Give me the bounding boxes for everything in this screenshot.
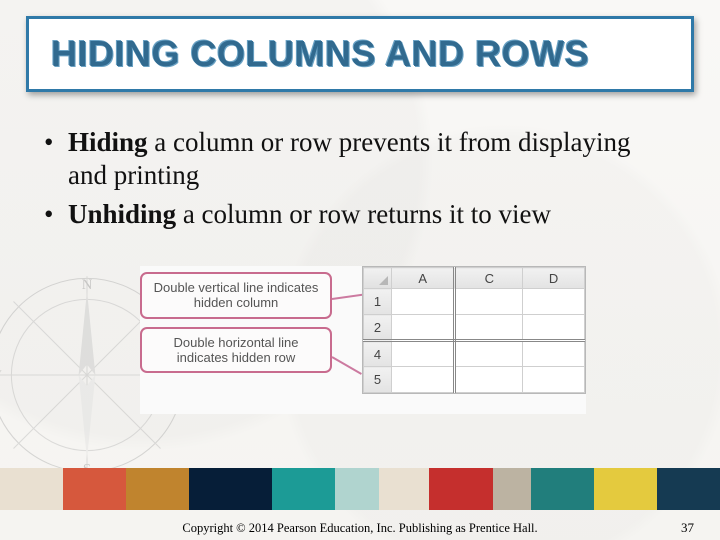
compass-n: N	[82, 277, 93, 293]
row-header: 4	[364, 341, 392, 367]
band-seg	[335, 468, 379, 510]
page-number: 37	[681, 520, 694, 536]
cell	[455, 289, 523, 315]
select-all-corner	[364, 268, 392, 289]
table-row: 2	[364, 315, 585, 341]
table-row: 1	[364, 289, 585, 315]
cell	[523, 315, 585, 341]
callouts: Double vertical line indicates hidden co…	[140, 272, 332, 381]
cell	[455, 315, 523, 341]
band-seg	[0, 468, 63, 510]
column-header-row: A C D	[364, 268, 585, 289]
compass-w: W	[0, 368, 2, 384]
band-seg	[594, 468, 657, 510]
band-seg	[493, 468, 531, 510]
band-seg	[272, 468, 335, 510]
slide-title: HIDING COLUMNS AND ROWS	[51, 33, 669, 75]
band-seg	[126, 468, 189, 510]
cell	[523, 341, 585, 367]
col-header: A	[392, 268, 455, 289]
col-header: C	[455, 268, 523, 289]
band-seg	[429, 468, 492, 510]
cell	[455, 341, 523, 367]
spreadsheet-preview: A C D 1 2 4	[362, 266, 586, 394]
cell	[455, 367, 523, 393]
col-header: D	[523, 268, 585, 289]
cell	[523, 367, 585, 393]
table-row: 5	[364, 367, 585, 393]
callout-hidden-row: Double horizontal line indicates hidden …	[140, 327, 332, 374]
band-seg	[63, 468, 126, 510]
cell	[392, 341, 455, 367]
copyright-footer: Copyright © 2014 Pearson Education, Inc.…	[0, 521, 720, 536]
row-header: 2	[364, 315, 392, 341]
band-seg	[657, 468, 720, 510]
row-header: 1	[364, 289, 392, 315]
cell	[523, 289, 585, 315]
callout-leader-line	[332, 356, 362, 375]
row-header: 5	[364, 367, 392, 393]
decorative-color-band	[0, 468, 720, 510]
bullet-text: a column or row prevents it from display…	[68, 127, 630, 190]
band-seg	[379, 468, 430, 510]
slide: N S W HIDING COLUMNS AND ROWS Hiding a c…	[0, 0, 720, 540]
bullet-list: Hiding a column or row prevents it from …	[44, 126, 676, 237]
band-seg	[531, 468, 594, 510]
spreadsheet-table: A C D 1 2 4	[363, 267, 585, 393]
band-seg	[189, 468, 271, 510]
title-box: HIDING COLUMNS AND ROWS	[26, 16, 694, 92]
bullet-bold: Hiding	[68, 127, 148, 157]
cell	[392, 289, 455, 315]
callout-hidden-column: Double vertical line indicates hidden co…	[140, 272, 332, 319]
bullet-bold: Unhiding	[68, 199, 176, 229]
bullet-item: Unhiding a column or row returns it to v…	[44, 198, 676, 231]
bullet-item: Hiding a column or row prevents it from …	[44, 126, 676, 192]
figure: Double vertical line indicates hidden co…	[140, 266, 586, 414]
cell	[392, 315, 455, 341]
bullet-text: a column or row returns it to view	[176, 199, 551, 229]
cell	[392, 367, 455, 393]
table-row: 4	[364, 341, 585, 367]
